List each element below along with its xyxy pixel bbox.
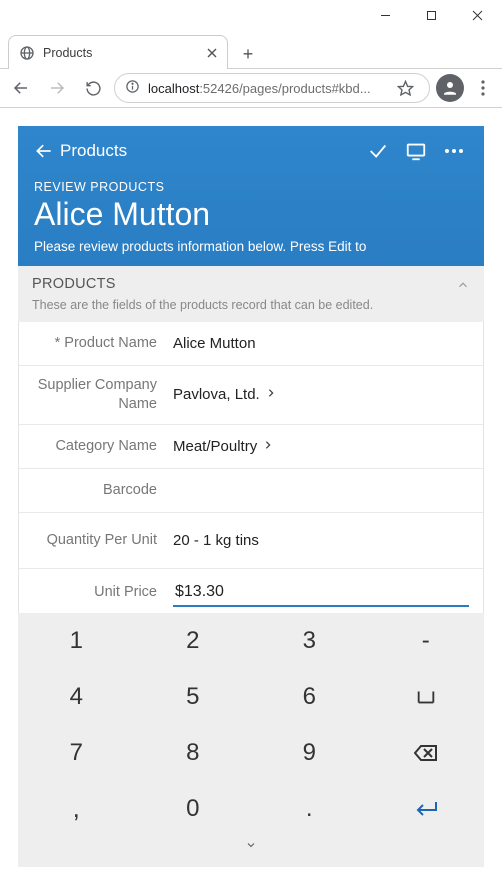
key-5[interactable]: 5 xyxy=(135,669,252,725)
review-hint: Please review products information below… xyxy=(34,239,468,254)
key-dot[interactable]: . xyxy=(251,781,368,837)
value-product-name: Alice Mutton xyxy=(173,335,469,352)
address-bar[interactable]: localhost:52426/pages/products#kbd... xyxy=(114,73,430,103)
key-2[interactable]: 2 xyxy=(135,613,252,669)
review-stage-label: REVIEW PRODUCTS xyxy=(34,180,468,194)
window-titlebar xyxy=(0,0,502,32)
bookmark-star-icon[interactable] xyxy=(391,80,419,97)
header-back-button[interactable]: Products xyxy=(34,141,127,161)
row-barcode[interactable]: Barcode xyxy=(19,469,483,513)
profile-avatar[interactable] xyxy=(436,74,464,102)
key-dash[interactable]: - xyxy=(368,613,485,669)
chevron-right-icon xyxy=(266,386,276,403)
section-header[interactable]: PRODUCTS These are the fields of the pro… xyxy=(18,266,484,322)
nav-forward-button[interactable] xyxy=(42,73,72,103)
nav-reload-button[interactable] xyxy=(78,73,108,103)
header-more-button[interactable] xyxy=(440,148,468,154)
row-category[interactable]: Category Name Meat/Poultry xyxy=(19,425,483,469)
tab-close-icon[interactable] xyxy=(207,45,217,61)
label-unit-price: Unit Price xyxy=(33,583,173,602)
key-enter[interactable] xyxy=(368,781,485,837)
tab-title: Products xyxy=(43,46,199,60)
form: * Product Name Alice Mutton Supplier Com… xyxy=(18,322,484,613)
key-9[interactable]: 9 xyxy=(251,725,368,781)
chevron-right-icon xyxy=(263,438,273,455)
row-supplier[interactable]: Supplier Company Name Pavlova, Ltd. xyxy=(19,366,483,425)
globe-icon xyxy=(19,45,35,61)
browser-menu-button[interactable] xyxy=(470,80,496,96)
key-6[interactable]: 6 xyxy=(251,669,368,725)
label-category: Category Name xyxy=(33,437,173,456)
row-qty-per-unit[interactable]: Quantity Per Unit 20 - 1 kg tins xyxy=(19,513,483,569)
unit-price-input[interactable] xyxy=(173,579,469,607)
header-display-button[interactable] xyxy=(402,140,430,162)
value-supplier: Pavlova, Ltd. xyxy=(173,386,260,403)
key-3[interactable]: 3 xyxy=(251,613,368,669)
key-1[interactable]: 1 xyxy=(18,613,135,669)
page-title: Alice Mutton xyxy=(34,196,468,233)
row-product-name[interactable]: * Product Name Alice Mutton xyxy=(19,322,483,366)
tab-strip: Products + xyxy=(0,32,502,68)
url-text: localhost:52426/pages/products#kbd... xyxy=(148,81,383,96)
section-title: PRODUCTS xyxy=(32,276,470,292)
nav-back-button[interactable] xyxy=(6,73,36,103)
row-unit-price[interactable]: Unit Price xyxy=(19,569,483,613)
window-minimize-button[interactable] xyxy=(362,0,408,30)
section-desc: These are the fields of the products rec… xyxy=(32,298,470,312)
window-close-button[interactable] xyxy=(454,0,500,30)
value-qty-per-unit: 20 - 1 kg tins xyxy=(173,532,469,549)
label-barcode: Barcode xyxy=(33,481,173,500)
key-8[interactable]: 8 xyxy=(135,725,252,781)
browser-toolbar: localhost:52426/pages/products#kbd... xyxy=(0,68,502,108)
key-comma[interactable]: , xyxy=(18,781,135,837)
section-collapse-icon[interactable] xyxy=(456,278,470,297)
keypad-collapse-button[interactable] xyxy=(18,837,484,867)
key-4[interactable]: 4 xyxy=(18,669,135,725)
site-info-icon[interactable] xyxy=(125,79,140,97)
value-category: Meat/Poultry xyxy=(173,438,257,455)
browser-tab[interactable]: Products xyxy=(8,35,228,69)
key-7[interactable]: 7 xyxy=(18,725,135,781)
label-product-name: * Product Name xyxy=(33,334,173,353)
key-cursor-end[interactable] xyxy=(368,669,485,725)
window-maximize-button[interactable] xyxy=(408,0,454,30)
key-0[interactable]: 0 xyxy=(135,781,252,837)
app-header: Products REVIEW PRODUCTS Alice Mutton Pl… xyxy=(18,126,484,266)
new-tab-button[interactable]: + xyxy=(234,40,262,68)
page-content: Products REVIEW PRODUCTS Alice Mutton Pl… xyxy=(0,108,502,885)
header-confirm-button[interactable] xyxy=(364,140,392,162)
header-back-label: Products xyxy=(60,141,127,161)
numeric-keypad: 1 2 3 - 4 5 6 7 8 9 , 0 . xyxy=(18,613,484,837)
label-supplier: Supplier Company Name xyxy=(33,376,173,414)
label-qty-per-unit: Quantity Per Unit xyxy=(33,531,173,550)
key-backspace[interactable] xyxy=(368,725,485,781)
